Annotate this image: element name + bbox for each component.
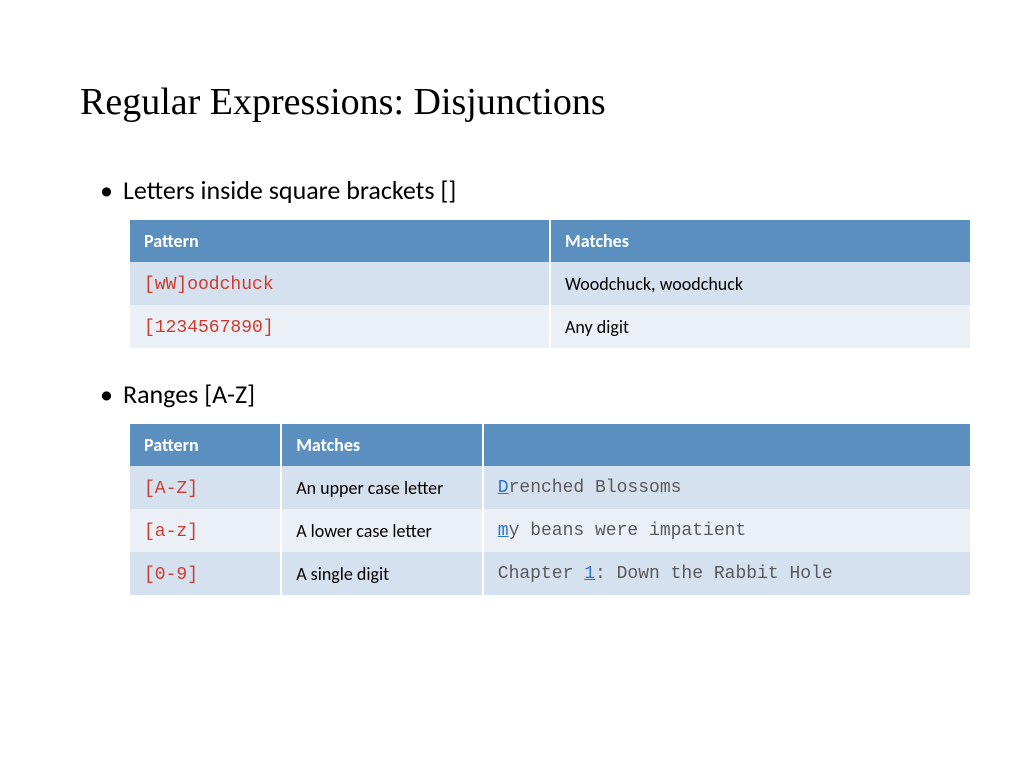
col-matches: Matches	[281, 424, 483, 466]
table-header-row: Pattern Matches	[130, 220, 970, 262]
pattern-code: [0-9]	[144, 565, 198, 585]
pattern-code: [A-Z]	[144, 479, 198, 499]
table-header-row: Pattern Matches	[130, 424, 970, 466]
table-row: [wW]oodchuck Woodchuck, woodchuck	[130, 262, 970, 305]
table-ranges: Pattern Matches [A-Z] An upper case lett…	[130, 424, 970, 595]
bullet-letters: Letters inside square brackets []	[100, 174, 944, 206]
example-rest: : Down the Rabbit Hole	[595, 564, 833, 584]
table-row: [A-Z] An upper case letter Drenched Blos…	[130, 466, 970, 509]
example-cell: Chapter 1: Down the Rabbit Hole	[483, 552, 970, 595]
pattern-cell: [1234567890]	[130, 305, 550, 348]
col-pattern: Pattern	[130, 220, 550, 262]
slide-title: Regular Expressions: Disjunctions	[80, 80, 944, 124]
highlight: m	[498, 521, 509, 541]
matches-cell: A lower case letter	[281, 509, 483, 552]
table-row: [a-z] A lower case letter my beans were …	[130, 509, 970, 552]
slide: Regular Expressions: Disjunctions Letter…	[0, 0, 1024, 768]
col-matches: Matches	[550, 220, 970, 262]
example-cell: Drenched Blossoms	[483, 466, 970, 509]
pattern-cell: [a-z]	[130, 509, 281, 552]
matches-cell: An upper case letter	[281, 466, 483, 509]
col-example	[483, 424, 970, 466]
example-rest: renched Blossoms	[509, 478, 682, 498]
matches-cell: A single digit	[281, 552, 483, 595]
highlight: 1	[584, 564, 595, 584]
table-letters: Pattern Matches [wW]oodchuck Woodchuck, …	[130, 220, 970, 348]
example-pre: Chapter	[498, 564, 584, 584]
matches-cell: Woodchuck, woodchuck	[550, 262, 970, 305]
example-cell: my beans were impatient	[483, 509, 970, 552]
matches-cell: Any digit	[550, 305, 970, 348]
highlight: D	[498, 478, 509, 498]
col-pattern: Pattern	[130, 424, 281, 466]
table-row: [0-9] A single digit Chapter 1: Down the…	[130, 552, 970, 595]
example-rest: y beans were impatient	[509, 521, 747, 541]
pattern-cell: [wW]oodchuck	[130, 262, 550, 305]
pattern-code: [1234567890]	[144, 318, 274, 338]
pattern-cell: [0-9]	[130, 552, 281, 595]
pattern-code: [wW]oodchuck	[144, 275, 274, 295]
pattern-cell: [A-Z]	[130, 466, 281, 509]
pattern-code: [a-z]	[144, 522, 198, 542]
bullet-ranges: Ranges [A-Z]	[100, 378, 944, 410]
table-row: [1234567890] Any digit	[130, 305, 970, 348]
